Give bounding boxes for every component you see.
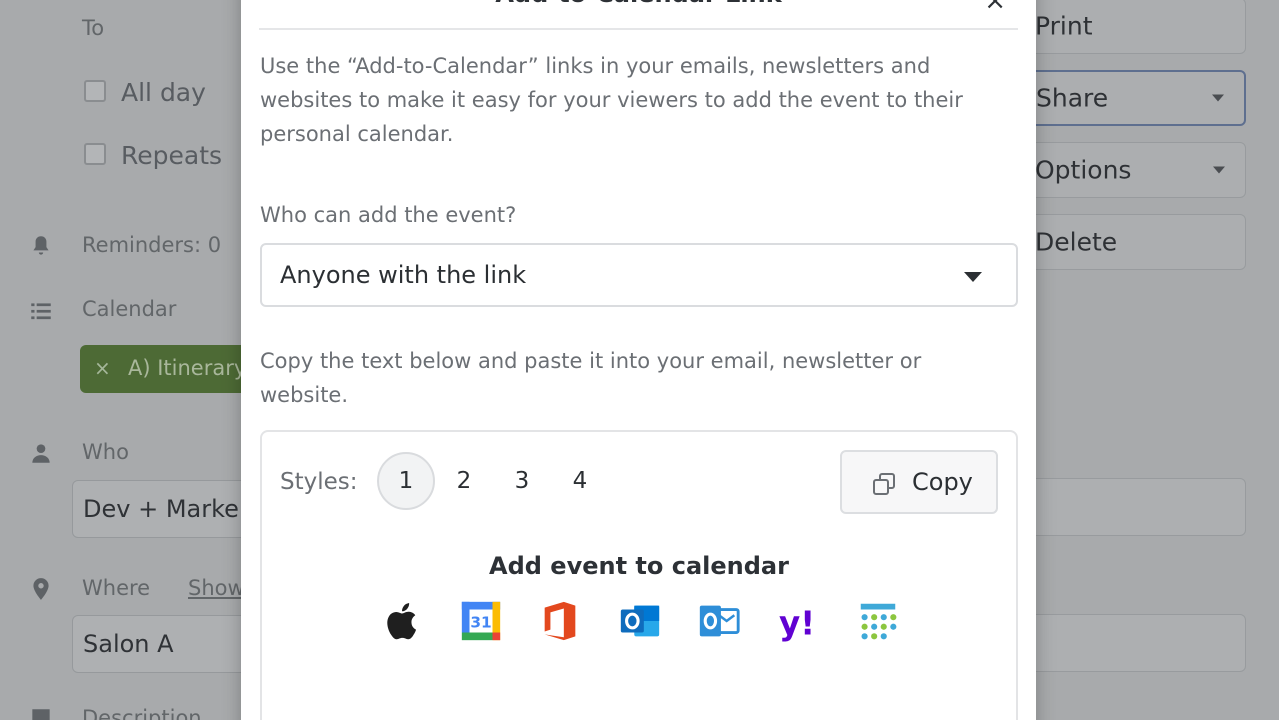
style-option-3[interactable]: 3	[493, 452, 551, 510]
options-button[interactable]: Options	[1010, 142, 1246, 198]
where-field-right[interactable]	[1020, 614, 1246, 672]
chip-text: A) Itinerary	[128, 356, 247, 380]
intro-text: Use the “Add-to-Calendar” links in your …	[260, 54, 963, 146]
add-to-calendar-modal: Add-to-Calendar Link × Use the “Add-to-C…	[241, 0, 1036, 720]
chevron-down-icon	[1212, 94, 1224, 102]
copy-icon	[873, 473, 895, 495]
who-field-right[interactable]	[1020, 478, 1246, 536]
where-value: Salon A	[83, 630, 174, 658]
code-preview-box: Styles: 1 2 3 4 Copy Add event to calend…	[260, 430, 1018, 720]
svg-text:y!: y!	[779, 604, 815, 642]
delete-label: Delete	[1035, 227, 1118, 257]
style-option-1[interactable]: 1	[377, 452, 435, 510]
description-label: Description	[82, 706, 202, 720]
list-icon	[31, 303, 51, 320]
all-day-label: All day	[121, 78, 206, 107]
who-value: Dev + Marke	[83, 495, 239, 523]
styles-label: Styles:	[280, 469, 358, 495]
location-icon	[33, 578, 49, 600]
chevron-down-icon	[1213, 166, 1225, 174]
share-button[interactable]: Share	[1010, 70, 1246, 126]
ics-calendar-icon[interactable]	[855, 598, 901, 644]
copy-button[interactable]: Copy	[840, 450, 998, 514]
all-day-checkbox[interactable]	[84, 80, 106, 102]
repeats-checkbox[interactable]	[84, 143, 106, 165]
style-option-2[interactable]: 2	[435, 452, 493, 510]
office365-icon[interactable]	[537, 598, 583, 644]
outlook-desktop-icon[interactable]	[696, 598, 742, 644]
style-option-4[interactable]: 4	[551, 452, 609, 510]
chip-remove-icon[interactable]: ×	[94, 356, 111, 380]
to-label: To	[82, 16, 105, 40]
copy-label: Copy	[912, 468, 973, 496]
calendar-chip[interactable]: × A) Itinerary	[80, 345, 250, 393]
modal-title: Add-to-Calendar Link	[241, 0, 1036, 8]
yahoo-icon[interactable]: y!	[776, 598, 822, 644]
where-label: Where	[82, 576, 151, 600]
where-show-link[interactable]: Show	[188, 576, 245, 600]
print-button[interactable]: Print	[1010, 0, 1246, 54]
print-label: Print	[1035, 11, 1093, 41]
google-calendar-icon[interactable]: 31	[458, 598, 504, 644]
copy-instructions: Copy the text below and paste it into yo…	[260, 349, 922, 407]
person-icon	[32, 444, 50, 463]
who-label: Who	[82, 440, 129, 464]
apple-icon[interactable]	[380, 598, 426, 644]
who-can-add-select[interactable]: Anyone with the link	[260, 243, 1018, 307]
select-value: Anyone with the link	[280, 261, 527, 289]
outlook-com-icon[interactable]	[617, 598, 663, 644]
share-label: Share	[1036, 83, 1109, 113]
who-can-add-label: Who can add the event?	[260, 203, 517, 227]
delete-button[interactable]: Delete	[1010, 214, 1246, 270]
options-label: Options	[1035, 155, 1132, 185]
dropdown-caret-icon	[964, 272, 982, 282]
repeats-label: Repeats	[121, 141, 223, 170]
close-icon[interactable]: ×	[984, 0, 1006, 16]
svg-text:31: 31	[470, 614, 491, 632]
title-divider	[259, 28, 1018, 30]
bell-icon	[33, 236, 49, 255]
preview-title: Add event to calendar	[489, 552, 789, 580]
calendar-label: Calendar	[82, 297, 177, 321]
description-icon	[32, 709, 50, 720]
reminders-label[interactable]: Reminders: 0	[82, 233, 221, 257]
calendar-icons-row: 31 y!	[262, 598, 1016, 646]
